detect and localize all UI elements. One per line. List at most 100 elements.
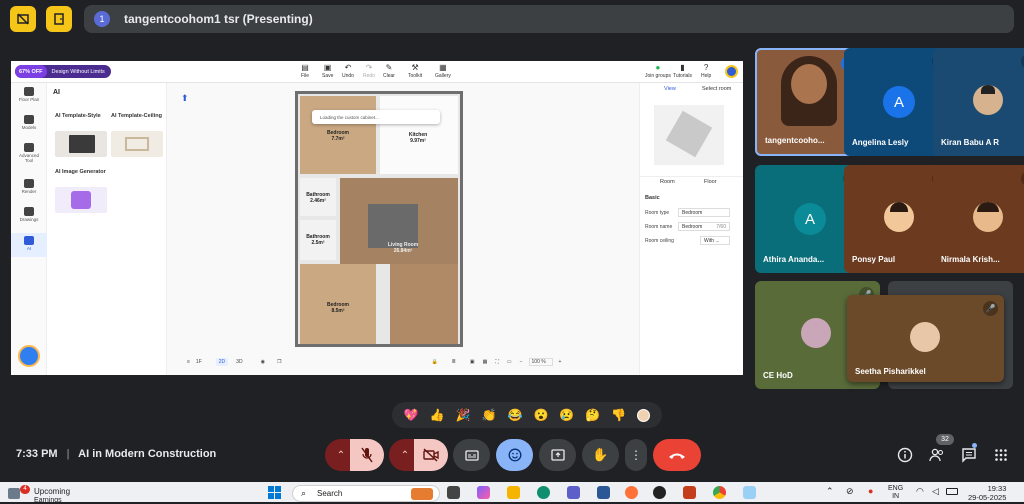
image-icon[interactable]: ▣ bbox=[470, 359, 475, 365]
taskbar-search[interactable]: ⌕ Search bbox=[292, 485, 440, 502]
reaction-heart[interactable]: 💖 bbox=[404, 408, 419, 422]
fit-icon[interactable]: ⛶ bbox=[495, 359, 499, 365]
meeting-details-button[interactable] bbox=[896, 446, 914, 464]
mode-3d-button[interactable]: 3D bbox=[236, 359, 242, 365]
reaction-thumbs-down[interactable]: 👎 bbox=[611, 408, 626, 422]
nav-ai[interactable]: AI bbox=[11, 233, 47, 257]
nav-models[interactable]: Models bbox=[11, 115, 47, 135]
screen-icon[interactable]: ▭ bbox=[507, 359, 512, 365]
nav-advanced-tool[interactable]: Advanced Tool bbox=[11, 143, 47, 169]
participant-avatar bbox=[973, 85, 1003, 115]
user-avatar[interactable] bbox=[725, 65, 738, 78]
photos-icon[interactable] bbox=[743, 486, 756, 499]
reaction-party[interactable]: 🎉 bbox=[455, 408, 470, 422]
tool-file[interactable]: ▤ File bbox=[301, 63, 309, 79]
nav-floor-plan[interactable]: Floor Plan bbox=[11, 87, 47, 107]
room-type-select[interactable]: Bedroom bbox=[678, 208, 730, 217]
store-icon[interactable] bbox=[597, 486, 610, 499]
zoom-in-icon[interactable]: + bbox=[559, 359, 562, 365]
nav-drawings[interactable]: Drawings bbox=[11, 207, 47, 227]
tool-save[interactable]: ▣ Save bbox=[322, 63, 333, 79]
participant-tile[interactable]: 🎤 Kiran Babu A R bbox=[933, 48, 1024, 156]
tray-chevron-icon[interactable]: ⌃ bbox=[826, 486, 834, 497]
office-icon[interactable] bbox=[683, 486, 696, 499]
nav-render[interactable]: Render bbox=[11, 179, 47, 199]
emoji-button[interactable] bbox=[496, 439, 533, 471]
room-ceiling-select[interactable]: With ... bbox=[700, 236, 730, 245]
floor-plan-canvas[interactable]: ⬆ Bedroom 7.7m² Kitchen 9.97m² Bathroom 2.4… bbox=[167, 83, 639, 375]
room-3d-preview bbox=[654, 105, 724, 165]
present-off-icon[interactable] bbox=[10, 6, 36, 32]
reaction-thumbs-up[interactable]: 👍 bbox=[430, 408, 445, 422]
copy-icon[interactable]: ❐ bbox=[277, 359, 281, 365]
zoom-out-icon[interactable]: − bbox=[520, 359, 523, 365]
ai-image-generator-card[interactable] bbox=[55, 187, 107, 213]
chat-button[interactable] bbox=[960, 446, 978, 464]
present-button[interactable] bbox=[539, 439, 576, 471]
reaction-clap[interactable]: 👏 bbox=[481, 408, 496, 422]
mic-off-icon: 🎤 bbox=[983, 301, 998, 316]
tray-mic-icon[interactable]: ● bbox=[868, 486, 873, 496]
reaction-surprised[interactable]: 😮 bbox=[533, 408, 548, 422]
camera-toggle-button[interactable] bbox=[414, 439, 448, 471]
room-name-input[interactable]: Bedroom 7/60 bbox=[678, 222, 730, 231]
volume-icon[interactable]: ◁ bbox=[932, 486, 939, 497]
tab-select-room[interactable]: Select room bbox=[702, 86, 731, 92]
floor-select[interactable]: 1F bbox=[196, 359, 202, 365]
people-button[interactable] bbox=[928, 446, 946, 464]
battery-icon[interactable] bbox=[946, 488, 958, 495]
tool-clear[interactable]: ✎ Clear bbox=[383, 63, 395, 79]
participant-tile-floating[interactable]: 🎤 Seetha Pisharikkel bbox=[847, 295, 1004, 382]
leave-call-button[interactable] bbox=[653, 439, 701, 471]
activities-button[interactable] bbox=[992, 446, 1010, 464]
weather-widget[interactable]: 4 Upcoming Earnings bbox=[6, 485, 86, 504]
tool-redo[interactable]: ↷ Redo bbox=[363, 63, 375, 79]
system-clock[interactable]: 19:33 29-05-2025 bbox=[968, 484, 1006, 502]
lock-icon[interactable]: 🔒 bbox=[431, 359, 437, 365]
teams-icon[interactable] bbox=[567, 486, 580, 499]
layers-icon[interactable]: ≡ bbox=[187, 359, 190, 365]
door-icon[interactable] bbox=[46, 6, 72, 32]
task-view-icon[interactable] bbox=[447, 486, 460, 499]
grid-icon[interactable]: ▦ bbox=[483, 359, 488, 365]
wifi-icon[interactable]: ◠ bbox=[916, 486, 924, 497]
align-icon[interactable]: ≣ bbox=[452, 359, 456, 365]
join-groups[interactable]: ● Join groups bbox=[645, 63, 671, 79]
ai-template-style-card[interactable] bbox=[55, 131, 107, 157]
edge-icon[interactable] bbox=[537, 486, 550, 499]
tab-room[interactable]: Room bbox=[660, 179, 675, 185]
reaction-sad[interactable]: 😢 bbox=[559, 408, 574, 422]
canvas-bottom-toolbar: ≡ 1F 2D 3D ◉ ❐ 🔒 ≣ ▣ ▦ ⛶ ▭ − 100 % + bbox=[167, 351, 639, 373]
tool-undo[interactable]: ↶ Undo bbox=[342, 63, 354, 79]
info-icon bbox=[897, 447, 913, 463]
language-indicator[interactable]: ENG IN bbox=[888, 485, 903, 501]
captions-button[interactable] bbox=[453, 439, 490, 471]
tool-toolkit[interactable]: ⚒ Toolkit bbox=[408, 63, 422, 79]
eye-icon[interactable]: ◉ bbox=[261, 359, 265, 365]
tray-sync-icon[interactable]: ⊘ bbox=[846, 486, 854, 497]
reaction-laugh[interactable]: 😂 bbox=[507, 408, 522, 422]
promo-banner[interactable]: 67% OFF Design Without Limits bbox=[15, 65, 111, 78]
skin-tone-picker[interactable] bbox=[637, 408, 651, 422]
reaction-thinking[interactable]: 🤔 bbox=[585, 408, 600, 422]
mic-toggle-button[interactable] bbox=[350, 439, 384, 471]
chrome-icon[interactable] bbox=[713, 486, 726, 499]
tutorials[interactable]: ▮ Tutorials bbox=[673, 63, 692, 79]
raise-hand-button[interactable]: ✋ bbox=[582, 439, 619, 471]
help[interactable]: ? Help bbox=[701, 63, 711, 79]
tab-view[interactable]: View bbox=[664, 86, 676, 92]
zoom-field[interactable]: 100 % bbox=[528, 358, 553, 366]
chat-assistant-icon[interactable] bbox=[18, 345, 40, 367]
tab-floor[interactable]: Floor bbox=[704, 179, 717, 185]
more-options-button[interactable]: ⋮ bbox=[625, 439, 647, 471]
start-button[interactable] bbox=[268, 486, 281, 499]
dell-icon[interactable] bbox=[653, 486, 666, 499]
file-explorer-icon[interactable] bbox=[507, 486, 520, 499]
room-study[interactable] bbox=[390, 264, 458, 344]
participant-tile[interactable]: 🎤 Nirmala Krish... bbox=[933, 165, 1024, 273]
ai-template-ceiling-card[interactable] bbox=[111, 131, 163, 157]
firefox-icon[interactable] bbox=[625, 486, 638, 499]
mode-2d-button[interactable]: 2D bbox=[215, 358, 229, 366]
tool-gallery[interactable]: ▦ Gallery bbox=[435, 63, 451, 79]
copilot-icon[interactable] bbox=[477, 486, 490, 499]
